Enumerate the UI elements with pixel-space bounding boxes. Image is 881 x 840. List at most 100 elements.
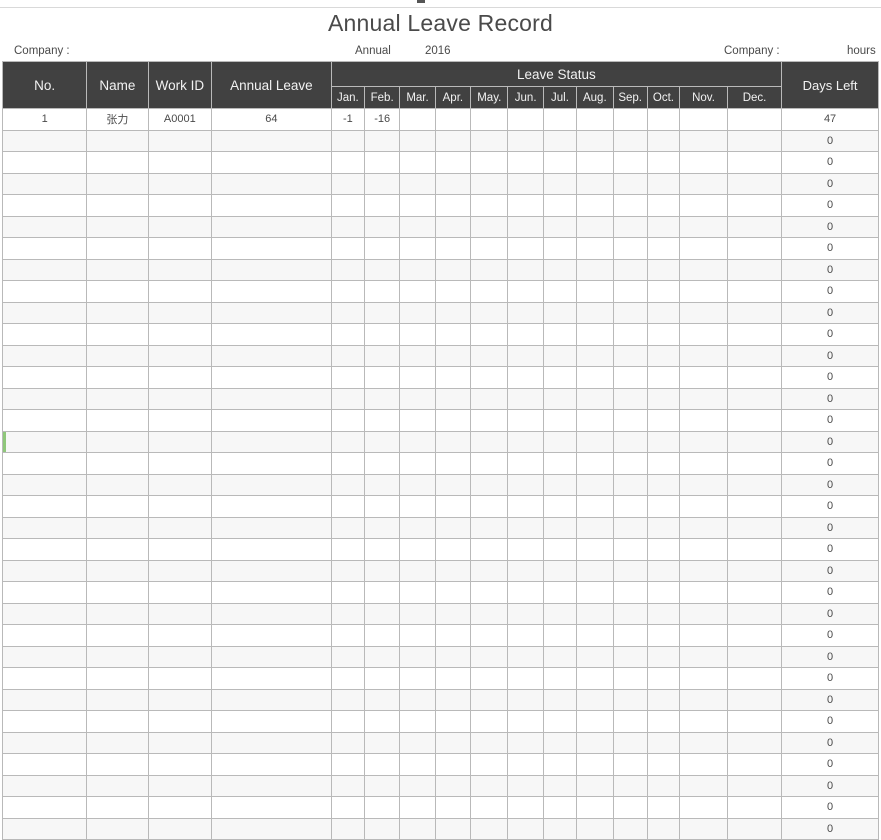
cell-work-id[interactable] — [147, 258, 213, 281]
cell-days-left[interactable]: 0 — [781, 387, 879, 410]
cell-month-oct[interactable] — [646, 108, 681, 131]
cell-work-id[interactable] — [147, 344, 213, 367]
cell-month-aug[interactable] — [576, 559, 614, 582]
cell-month-may[interactable] — [470, 516, 509, 539]
cell-month-sep[interactable] — [612, 516, 648, 539]
cell-annual-leave[interactable] — [211, 430, 332, 453]
cell-month-may[interactable] — [470, 237, 509, 260]
cell-work-id[interactable] — [147, 667, 213, 690]
cell-month-nov[interactable] — [679, 194, 728, 217]
cell-month-mar[interactable] — [399, 194, 436, 217]
cell-month-jan[interactable] — [330, 473, 365, 496]
cell-month-jan[interactable] — [330, 129, 365, 152]
cell-month-aug[interactable] — [576, 430, 614, 453]
cell-month-sep[interactable] — [612, 172, 648, 195]
cell-work-id[interactable] — [147, 688, 213, 711]
cell-month-jan[interactable] — [330, 172, 365, 195]
cell-name[interactable] — [86, 538, 149, 561]
cell-month-jun[interactable] — [507, 215, 544, 238]
cell-month-apr[interactable] — [434, 753, 472, 776]
col-header-leave-status[interactable]: Leave Status — [330, 61, 783, 87]
cell-month-jun[interactable] — [507, 516, 544, 539]
cell-month-dec[interactable] — [726, 667, 783, 690]
table-row[interactable]: 0 — [1, 688, 879, 711]
cell-month-apr[interactable] — [434, 516, 472, 539]
cell-month-may[interactable] — [470, 151, 509, 174]
cell-month-feb[interactable] — [363, 430, 401, 453]
cell-month-aug[interactable] — [576, 624, 614, 647]
table-row[interactable]: 0 — [1, 172, 879, 195]
cell-month-oct[interactable] — [646, 516, 681, 539]
cell-month-sep[interactable] — [612, 667, 648, 690]
cell-month-sep[interactable] — [612, 581, 648, 604]
cell-month-jun[interactable] — [507, 817, 544, 840]
cell-month-nov[interactable] — [679, 796, 728, 819]
cell-month-mar[interactable] — [399, 430, 436, 453]
cell-month-aug[interactable] — [576, 774, 614, 797]
cell-month-feb[interactable] — [363, 366, 401, 389]
cell-no[interactable] — [1, 559, 88, 582]
cell-month-aug[interactable] — [576, 645, 614, 668]
cell-month-apr[interactable] — [434, 452, 472, 475]
cell-month-dec[interactable] — [726, 452, 783, 475]
cell-no[interactable] — [1, 774, 88, 797]
cell-work-id[interactable] — [147, 817, 213, 840]
cell-month-sep[interactable] — [612, 495, 648, 518]
cell-month-feb[interactable] — [363, 151, 401, 174]
cell-month-oct[interactable] — [646, 602, 681, 625]
cell-name[interactable] — [86, 151, 149, 174]
cell-name[interactable] — [86, 710, 149, 733]
cell-month-may[interactable] — [470, 495, 509, 518]
cell-month-mar[interactable] — [399, 129, 436, 152]
table-row[interactable]: 0 — [1, 559, 879, 582]
cell-month-feb[interactable] — [363, 237, 401, 260]
cell-month-feb[interactable] — [363, 172, 401, 195]
cell-days-left[interactable]: 0 — [781, 280, 879, 303]
cell-month-jul[interactable] — [542, 258, 578, 281]
cell-month-feb[interactable] — [363, 774, 401, 797]
cell-month-jan[interactable] — [330, 387, 365, 410]
cell-month-nov[interactable] — [679, 452, 728, 475]
cell-month-jun[interactable] — [507, 495, 544, 518]
cell-work-id[interactable] — [147, 215, 213, 238]
cell-month-aug[interactable] — [576, 473, 614, 496]
cell-month-aug[interactable] — [576, 366, 614, 389]
table-row[interactable]: 0 — [1, 581, 879, 604]
table-row[interactable]: 0 — [1, 774, 879, 797]
cell-month-sep[interactable] — [612, 409, 648, 432]
cell-month-mar[interactable] — [399, 516, 436, 539]
table-row[interactable]: 1 张力 A0001 64 -1 -16 47 — [1, 108, 879, 131]
cell-work-id[interactable] — [147, 473, 213, 496]
cell-month-apr[interactable] — [434, 581, 472, 604]
cell-no[interactable] — [1, 172, 88, 195]
cell-month-nov[interactable] — [679, 602, 728, 625]
cell-work-id[interactable] — [147, 151, 213, 174]
cell-annual-leave[interactable] — [211, 710, 332, 733]
table-row[interactable]: 0 — [1, 538, 879, 561]
cell-work-id[interactable]: A0001 — [147, 108, 213, 131]
cell-no[interactable] — [1, 538, 88, 561]
cell-month-mar[interactable] — [399, 688, 436, 711]
cell-work-id[interactable] — [147, 731, 213, 754]
cell-month-aug[interactable] — [576, 753, 614, 776]
cell-month-dec[interactable] — [726, 624, 783, 647]
cell-month-may[interactable] — [470, 624, 509, 647]
cell-month-feb[interactable] — [363, 559, 401, 582]
cell-name[interactable] — [86, 258, 149, 281]
cell-month-oct[interactable] — [646, 344, 681, 367]
cell-month-oct[interactable] — [646, 409, 681, 432]
cell-month-mar[interactable] — [399, 344, 436, 367]
cell-month-jul[interactable] — [542, 151, 578, 174]
cell-month-jun[interactable] — [507, 172, 544, 195]
cell-month-may[interactable] — [470, 538, 509, 561]
cell-month-jul[interactable] — [542, 667, 578, 690]
cell-month-apr[interactable] — [434, 108, 472, 131]
cell-days-left[interactable]: 0 — [781, 753, 879, 776]
cell-month-oct[interactable] — [646, 753, 681, 776]
cell-month-sep[interactable] — [612, 624, 648, 647]
cell-month-nov[interactable] — [679, 366, 728, 389]
cell-month-nov[interactable] — [679, 323, 728, 346]
cell-month-apr[interactable] — [434, 430, 472, 453]
cell-month-feb[interactable] — [363, 387, 401, 410]
cell-days-left[interactable]: 0 — [781, 452, 879, 475]
